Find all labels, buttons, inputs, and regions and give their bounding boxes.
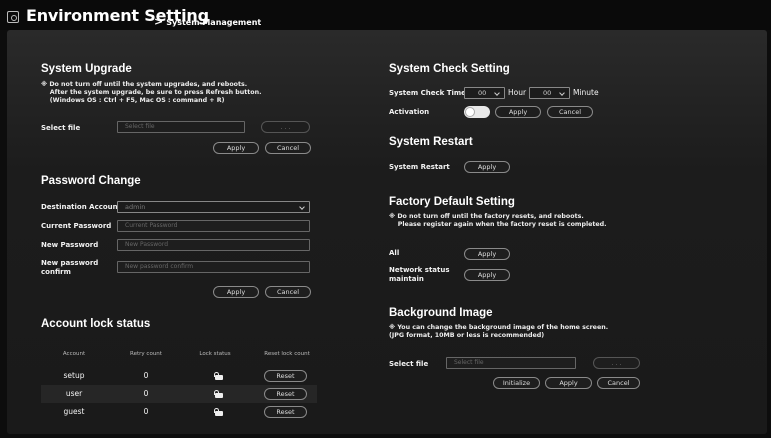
reset-lock-button[interactable]: Reset bbox=[264, 388, 307, 400]
breadcrumb-label: System Management bbox=[166, 18, 262, 27]
password-change-title: Password Change bbox=[41, 175, 141, 187]
check-apply-button[interactable]: Apply bbox=[495, 106, 541, 118]
destination-account-value: admin bbox=[125, 203, 146, 211]
new-password-label: New Password bbox=[41, 241, 99, 249]
system-upgrade-title: System Upgrade bbox=[41, 63, 132, 75]
factory-network-apply-button[interactable]: Apply bbox=[464, 269, 510, 281]
restart-apply-button[interactable]: Apply bbox=[464, 161, 510, 173]
table-row: setup 0 Reset bbox=[41, 367, 317, 385]
unlock-icon bbox=[214, 408, 224, 416]
breadcrumb-arrow-icon: > bbox=[154, 15, 164, 28]
upgrade-browse-button[interactable]: . . . bbox=[261, 121, 310, 133]
retry-count: 0 bbox=[143, 407, 149, 416]
col-header-lock-status: Lock status bbox=[199, 351, 231, 357]
network-maintain-label: Network status maintain bbox=[389, 266, 450, 283]
reset-lock-button[interactable]: Reset bbox=[264, 406, 307, 418]
hour-select[interactable]: 00 bbox=[464, 87, 505, 99]
table-row: user 0 Reset bbox=[41, 385, 317, 403]
background-image-note: ※ You can change the background image of… bbox=[389, 324, 609, 339]
activation-toggle[interactable] bbox=[464, 106, 490, 118]
password-cancel-button[interactable]: Cancel bbox=[265, 286, 311, 298]
unlock-icon bbox=[214, 390, 224, 398]
account-name: guest bbox=[63, 407, 85, 416]
system-restart-label: System Restart bbox=[389, 163, 450, 171]
background-image-title: Background Image bbox=[389, 307, 493, 319]
system-upgrade-note: ※ Do not turn off until the system upgra… bbox=[41, 81, 262, 104]
minute-value: 00 bbox=[543, 89, 552, 97]
hour-value: 00 bbox=[478, 89, 487, 97]
chevron-down-icon bbox=[494, 90, 500, 96]
upgrade-apply-button[interactable]: Apply bbox=[213, 142, 259, 154]
confirm-password-label: New password confirm bbox=[41, 259, 99, 276]
background-initialize-button[interactable]: Initialize bbox=[493, 377, 540, 389]
check-cancel-button[interactable]: Cancel bbox=[547, 106, 593, 118]
background-select-file-label: Select file bbox=[389, 360, 429, 368]
retry-count: 0 bbox=[143, 371, 149, 380]
upgrade-cancel-button[interactable]: Cancel bbox=[265, 142, 311, 154]
table-row: guest 0 Reset bbox=[41, 403, 317, 421]
chevron-down-icon bbox=[299, 204, 305, 210]
unlock-icon bbox=[214, 372, 224, 380]
hour-unit-label: Hour bbox=[508, 88, 527, 97]
col-header-account: Account bbox=[62, 351, 86, 357]
col-header-reset-lock-count: Reset lock count bbox=[264, 351, 310, 357]
gear-icon bbox=[7, 11, 19, 23]
reset-lock-button[interactable]: Reset bbox=[264, 370, 307, 382]
current-password-field[interactable]: Current Password bbox=[117, 220, 310, 232]
minute-unit-label: Minute bbox=[573, 88, 599, 97]
header-bar: Environment Setting > System Management bbox=[0, 0, 771, 30]
new-password-field[interactable]: New Password bbox=[117, 239, 310, 251]
account-name: setup bbox=[63, 371, 85, 380]
activation-label: Activation bbox=[389, 108, 430, 116]
minute-select[interactable]: 00 bbox=[529, 87, 570, 99]
chevron-down-icon bbox=[559, 90, 565, 96]
destination-account-label: Destination Account bbox=[41, 203, 121, 211]
background-browse-button[interactable]: . . . bbox=[593, 357, 640, 369]
background-file-input[interactable]: Select file bbox=[446, 357, 576, 369]
upgrade-file-input[interactable]: Select file bbox=[117, 121, 245, 133]
account-name: user bbox=[65, 389, 83, 398]
background-apply-button[interactable]: Apply bbox=[545, 377, 592, 389]
system-restart-title: System Restart bbox=[389, 136, 473, 148]
breadcrumb: > System Management bbox=[154, 15, 261, 28]
system-check-title: System Check Setting bbox=[389, 63, 510, 75]
confirm-password-field[interactable]: New password confirm bbox=[117, 261, 310, 273]
system-check-time-label: System Check Time bbox=[389, 89, 466, 97]
toggle-knob bbox=[465, 107, 475, 117]
destination-account-select[interactable]: admin bbox=[117, 201, 310, 213]
current-password-label: Current Password bbox=[41, 222, 112, 230]
password-apply-button[interactable]: Apply bbox=[213, 286, 259, 298]
col-header-retry-count: Retry count bbox=[130, 351, 162, 357]
account-lock-title: Account lock status bbox=[41, 318, 151, 330]
factory-all-apply-button[interactable]: Apply bbox=[464, 248, 510, 260]
upgrade-select-file-label: Select file bbox=[41, 124, 81, 132]
factory-default-title: Factory Default Setting bbox=[389, 196, 515, 208]
factory-default-note: ※ Do not turn off until the factory rese… bbox=[389, 213, 607, 228]
factory-all-label: All bbox=[389, 249, 400, 257]
settings-panel: System Upgrade ※ Do not turn off until t… bbox=[7, 30, 767, 434]
retry-count: 0 bbox=[143, 389, 149, 398]
background-cancel-button[interactable]: Cancel bbox=[597, 377, 640, 389]
